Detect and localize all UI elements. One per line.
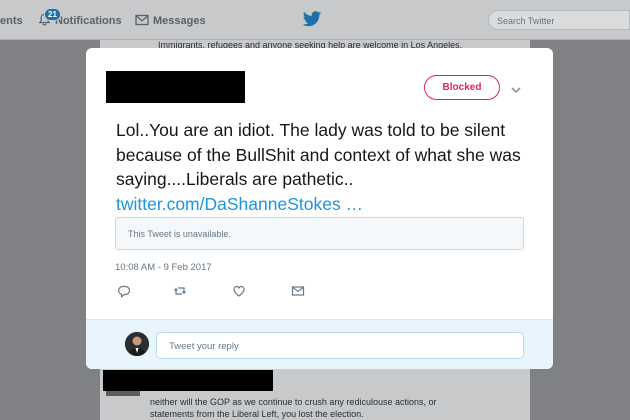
tweet-actions — [115, 284, 315, 298]
tweet-modal: Blocked Lol..You are an idiot. The lady … — [86, 48, 553, 369]
reply-input[interactable]: Tweet your reply — [156, 332, 524, 359]
notifications-count-badge: 21 — [44, 8, 61, 21]
chevron-down-icon[interactable] — [510, 82, 522, 94]
tweet-body: Lol..You are an idiot. The lady was told… — [116, 118, 536, 216]
reply-icon[interactable] — [117, 284, 131, 298]
top-navigation-bar: ents Notifications 21 Messages Search Tw… — [0, 0, 630, 40]
redacted-author-name — [106, 71, 245, 103]
retweet-icon[interactable] — [173, 284, 187, 298]
nav-messages[interactable]: Messages — [135, 12, 206, 30]
nav-home-label: ents — [0, 15, 23, 27]
envelope-icon — [135, 14, 149, 29]
background-reply-text: neither will the GOP as we continue to c… — [150, 397, 437, 419]
tweet-timestamp[interactable]: 10:08 AM - 9 Feb 2017 — [115, 262, 212, 273]
redacted-username-background — [103, 370, 273, 391]
tweet-text: Lol..You are an idiot. The lady was told… — [116, 120, 521, 189]
reply-composer: Tweet your reply — [86, 319, 553, 369]
nav-messages-label: Messages — [153, 15, 206, 27]
quoted-tweet-unavailable[interactable]: This Tweet is unavailable. — [115, 217, 524, 250]
nav-home[interactable]: ents — [0, 12, 23, 30]
twitter-bird-icon[interactable] — [302, 11, 322, 29]
tweet-link[interactable]: twitter.com/DaShanneStokes … — [116, 192, 536, 217]
direct-message-icon[interactable] — [291, 284, 305, 298]
blocked-button[interactable]: Blocked — [424, 75, 500, 100]
search-input[interactable]: Search Twitter — [488, 10, 630, 30]
nav-notifications-label: Notifications — [55, 15, 122, 27]
like-heart-icon[interactable] — [232, 284, 246, 298]
user-avatar[interactable] — [125, 332, 149, 356]
